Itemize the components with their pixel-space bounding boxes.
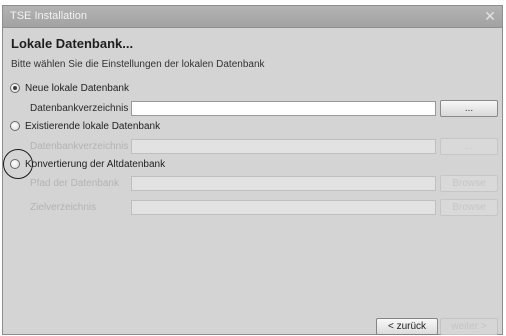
legacy-db-path-browse-button[interactable]: Browse — [440, 175, 498, 192]
field-label-new-db-directory: Datenbankverzeichnis — [30, 103, 129, 114]
field-label-target-directory: Zielverzeichnis — [30, 202, 97, 213]
radio-option-existing-db[interactable]: Existierende lokale Datenbank — [10, 119, 160, 133]
radio-label-convert-legacy-db: Konvertierung der Altdatenbank — [25, 158, 166, 170]
installer-window: TSE Installation ✕ Lokale Datenbank... B… — [2, 5, 503, 335]
legacy-db-path-input[interactable] — [131, 176, 436, 191]
radio-option-new-db[interactable]: Neue lokale Datenbank — [10, 81, 129, 95]
field-label-legacy-db-path: Pfad der Datenbank — [30, 178, 119, 189]
radio-button-existing-db[interactable] — [10, 121, 20, 131]
new-db-browse-button[interactable]: ... — [440, 100, 498, 117]
radio-label-new-db: Neue lokale Datenbank — [25, 82, 129, 94]
next-button[interactable]: weiter > — [440, 318, 498, 335]
radio-button-convert-legacy-db[interactable] — [10, 159, 20, 169]
close-icon[interactable]: ✕ — [482, 8, 498, 24]
radio-option-convert-legacy-db[interactable]: Konvertierung der Altdatenbank — [10, 157, 165, 171]
page-heading: Lokale Datenbank... — [11, 36, 134, 51]
new-db-directory-input[interactable] — [131, 101, 436, 116]
title-bar: TSE Installation ✕ — [3, 6, 502, 28]
radio-button-new-db[interactable] — [10, 83, 20, 93]
page-subtitle: Bitte wählen Sie die Einstellungen der l… — [11, 59, 265, 70]
existing-db-browse-button[interactable]: ... — [440, 138, 498, 155]
existing-db-directory-input[interactable] — [131, 139, 436, 154]
target-directory-browse-button[interactable]: Browse — [440, 199, 498, 216]
radio-label-existing-db: Existierende lokale Datenbank — [25, 120, 161, 132]
window-title: TSE Installation — [10, 10, 88, 22]
field-label-existing-db-directory: Datenbankverzeichnis — [30, 141, 129, 152]
back-button[interactable]: < zurück — [376, 318, 438, 335]
target-directory-input[interactable] — [131, 200, 436, 215]
